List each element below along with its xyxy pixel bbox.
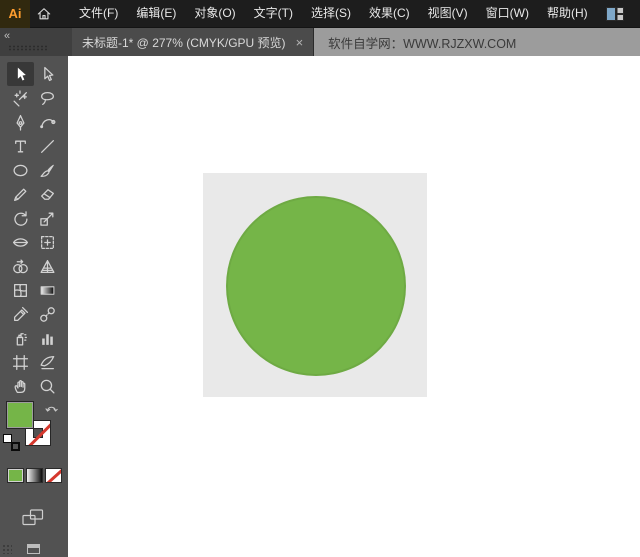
menu-item-help[interactable]: 帮助(H) [538,0,597,27]
shape-builder-tool[interactable] [7,254,34,278]
color-mode-buttons [0,454,68,483]
panel-grip-handle[interactable] [8,45,48,51]
green-circle-shape[interactable] [226,196,406,376]
menu-item-object[interactable]: 对象(O) [185,0,244,27]
blend-tool[interactable] [34,302,61,326]
fill-color-swatch[interactable] [7,402,33,428]
artboard[interactable] [203,173,427,397]
symbol-sprayer-tool[interactable] [7,326,34,350]
none-button[interactable] [45,468,62,483]
panel-dock-bottom [0,542,68,555]
perspective-grid-tool[interactable] [34,254,61,278]
tab-close-icon[interactable]: × [296,36,304,49]
gradient-tool[interactable] [34,278,61,302]
column-graph-tool[interactable] [34,326,61,350]
curvature-tool[interactable] [34,110,61,134]
direct-selection-tool[interactable] [34,62,61,86]
home-icon[interactable] [30,0,58,28]
canvas[interactable] [68,56,640,557]
rotate-tool[interactable] [7,206,34,230]
default-fill-square [3,434,12,443]
artboard-tool[interactable] [7,350,34,374]
collapse-panels-icon[interactable]: « [4,29,10,43]
type-tool[interactable] [7,134,34,158]
swap-fill-stroke-icon[interactable] [45,402,59,416]
illustrator-logo: Ai [0,0,30,28]
screen-mode-button[interactable] [22,509,44,526]
watermark-text: 软件自学网：WWW.RJZXW.COM [328,36,517,51]
none-slash [46,469,61,482]
free-transform-tool[interactable] [34,230,61,254]
menu-item-type[interactable]: 文字(T) [245,0,302,27]
paintbrush-tool[interactable] [34,158,61,182]
tools-panel [0,56,68,557]
menu-item-effect[interactable]: 效果(C) [360,0,419,27]
zoom-tool[interactable] [34,374,61,398]
lasso-tool[interactable] [34,86,61,110]
selection-tool[interactable] [7,62,34,86]
pencil-tool[interactable] [7,182,34,206]
menu-bar: Ai 文件(F) 编辑(E) 对象(O) 文字(T) 选择(S) 效果(C) 视图(V) 窗口… [0,0,640,28]
fill-stroke-control [0,400,68,454]
scale-tool[interactable] [34,206,61,230]
pen-tool[interactable] [7,110,34,134]
document-tab[interactable]: 未标题-1* @ 277% (CMYK/GPU 预览) × [72,28,315,56]
slice-tool[interactable] [34,350,61,374]
default-stroke-square [11,442,20,451]
panel-dock-header: « [0,28,72,56]
menu-item-select[interactable]: 选择(S) [302,0,360,27]
tabbar-empty-area: 软件自学网：WWW.RJZXW.COM [314,28,640,56]
ellipse-tool[interactable] [7,158,34,182]
width-tool[interactable] [7,230,34,254]
document-tab-title: 未标题-1* @ 277% (CMYK/GPU 预览) [82,35,286,50]
dock-grip-dots[interactable] [2,544,12,554]
collapsed-panel-icon[interactable] [27,544,40,554]
line-segment-tool[interactable] [34,134,61,158]
menu-item-view[interactable]: 视图(V) [419,0,477,27]
menu-items: 文件(F) 编辑(E) 对象(O) 文字(T) 选择(S) 效果(C) 视图(V) 窗口(W)… [70,0,597,27]
menu-item-file[interactable]: 文件(F) [70,0,127,27]
tab-bar: « 未标题-1* @ 277% (CMYK/GPU 预览) × 软件自学网：WW… [0,28,640,56]
menu-item-edit[interactable]: 编辑(E) [127,0,185,27]
magic-wand-tool[interactable] [7,86,34,110]
color-button[interactable] [7,468,24,483]
tool-grid [0,56,68,398]
default-fill-stroke-icon[interactable] [3,434,20,451]
menu-item-window[interactable]: 窗口(W) [477,0,538,27]
illustrator-window: Ai 文件(F) 编辑(E) 对象(O) 文字(T) 选择(S) 效果(C) 视图(V) 窗口… [0,0,640,557]
eyedropper-tool[interactable] [7,302,34,326]
eraser-tool[interactable] [34,182,61,206]
gradient-button[interactable] [26,468,43,483]
hand-tool[interactable] [7,374,34,398]
workspace-switcher-icon[interactable] [606,7,624,21]
mesh-tool[interactable] [7,278,34,302]
